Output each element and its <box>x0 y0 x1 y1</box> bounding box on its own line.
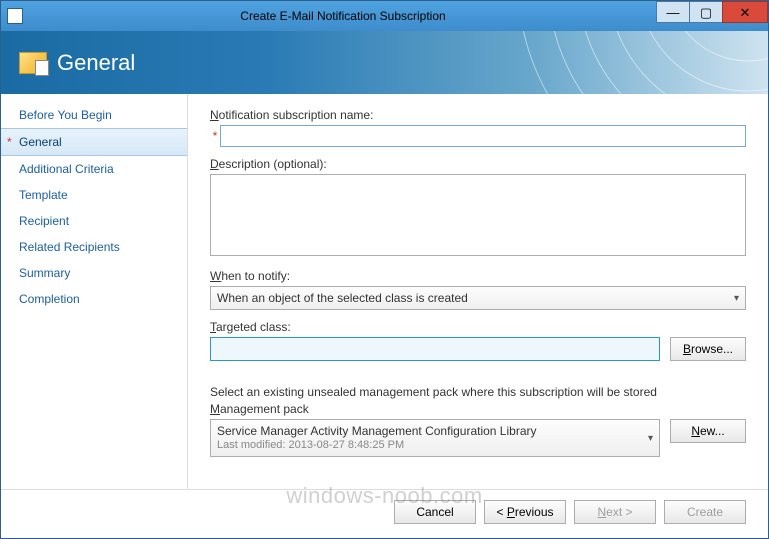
targeted-class-row: Targeted class: Browse... <box>210 320 746 361</box>
window-controls: — ▢ ✕ <box>657 1 768 23</box>
app-icon <box>7 8 23 24</box>
step-before-you-begin[interactable]: Before You Begin <box>1 102 187 128</box>
management-pack-row: Service Manager Activity Management Conf… <box>210 419 746 457</box>
subscription-name-input[interactable] <box>220 125 746 147</box>
management-pack-last-modified: Last modified: 2013-08-27 8:48:25 PM <box>217 439 537 453</box>
wizard-page-title: General <box>57 50 135 76</box>
wizard-header: General <box>1 31 768 94</box>
targeted-class-input[interactable] <box>210 337 660 361</box>
close-button[interactable]: ✕ <box>722 1 768 23</box>
name-row: Notification subscription name: * <box>210 108 746 147</box>
step-completion[interactable]: Completion <box>1 286 187 312</box>
when-to-notify-value: When an object of the selected class is … <box>217 291 468 305</box>
minimize-button[interactable]: — <box>656 1 690 23</box>
required-marker: * <box>210 125 220 147</box>
mail-wizard-icon <box>19 52 47 74</box>
step-summary[interactable]: Summary <box>1 260 187 286</box>
management-pack-label: Management pack <box>210 402 746 416</box>
management-pack-dropdown[interactable]: Service Manager Activity Management Conf… <box>210 419 660 457</box>
wizard-content: Notification subscription name: * Descri… <box>188 94 768 489</box>
wizard-body: Before You Begin * General Additional Cr… <box>1 94 768 489</box>
wizard-steps-sidebar: Before You Begin * General Additional Cr… <box>1 94 188 489</box>
wizard-footer: Cancel < Previous Next > Create <box>1 489 768 538</box>
step-related-recipients[interactable]: Related Recipients <box>1 234 187 260</box>
create-button[interactable]: Create <box>664 500 746 524</box>
maximize-button[interactable]: ▢ <box>689 1 723 23</box>
new-management-pack-button[interactable]: New... <box>670 419 746 443</box>
step-general[interactable]: * General <box>1 128 187 156</box>
chevron-down-icon: ▾ <box>648 433 653 444</box>
name-label: Notification subscription name: <box>210 108 746 122</box>
browse-button[interactable]: Browse... <box>670 337 746 361</box>
title-bar: Create E-Mail Notification Subscription … <box>1 1 768 31</box>
window-title: Create E-Mail Notification Subscription <box>29 9 657 23</box>
description-row: Description (optional): <box>210 157 746 259</box>
when-row: When to notify: When an object of the se… <box>210 269 746 310</box>
step-recipient[interactable]: Recipient <box>1 208 187 234</box>
targeted-class-label: Targeted class: <box>210 320 746 334</box>
description-label: Description (optional): <box>210 157 746 171</box>
cancel-button[interactable]: Cancel <box>394 500 476 524</box>
description-input[interactable] <box>210 174 746 256</box>
next-button[interactable]: Next > <box>574 500 656 524</box>
management-pack-value: Service Manager Activity Management Conf… <box>217 424 537 439</box>
when-label: When to notify: <box>210 269 746 283</box>
decorative-arcs <box>448 31 768 94</box>
previous-button[interactable]: < Previous <box>484 500 566 524</box>
wizard-window: Create E-Mail Notification Subscription … <box>0 0 769 539</box>
step-template[interactable]: Template <box>1 182 187 208</box>
when-to-notify-dropdown[interactable]: When an object of the selected class is … <box>210 286 746 310</box>
management-pack-intro: Select an existing unsealed management p… <box>210 385 746 399</box>
step-additional-criteria[interactable]: Additional Criteria <box>1 156 187 182</box>
chevron-down-icon: ▾ <box>734 293 739 304</box>
required-marker: * <box>7 135 12 149</box>
